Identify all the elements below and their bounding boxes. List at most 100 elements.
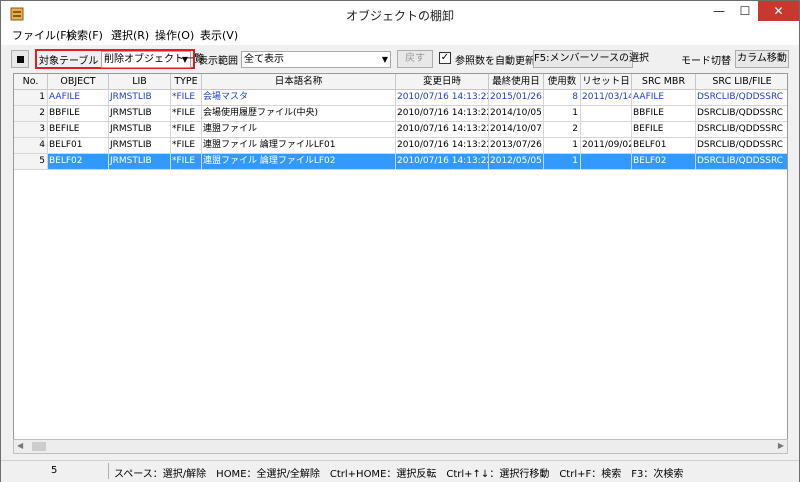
- cell-src-lib-file: DSRCLIB/QDDSSRC: [696, 106, 787, 122]
- cell-src-mbr: BELF01: [632, 138, 696, 154]
- cell-use-count: 2: [544, 122, 581, 138]
- header-type[interactable]: TYPE: [171, 74, 202, 90]
- scroll-thumb[interactable]: [32, 442, 46, 451]
- close-button[interactable]: ✕: [758, 1, 799, 21]
- table-row[interactable]: 3 BEFILE JRMSTLIB *FILE 連盟ファイル 2010/07/1…: [14, 122, 787, 138]
- header-modified[interactable]: 変更日時: [396, 74, 489, 90]
- cell-src-mbr: BELF02: [632, 154, 696, 170]
- cell-last-used: 2015/01/26: [489, 90, 544, 106]
- header-object[interactable]: OBJECT: [48, 74, 109, 90]
- cell-use-count: 1: [544, 138, 581, 154]
- display-range-value: 全て表示: [244, 54, 284, 65]
- minimize-button[interactable]: —: [706, 1, 732, 21]
- display-range-select[interactable]: 全て表示 ▼: [241, 51, 391, 68]
- cell-type: *FILE: [171, 106, 202, 122]
- cell-src-mbr: BEFILE: [632, 122, 696, 138]
- keyboard-help-text: スペース：選択/解除 HOME：全選択/全解除 Ctrl+HOME：選択反転 C…: [114, 469, 684, 480]
- header-use-count[interactable]: 使用数: [544, 74, 581, 90]
- cell-object: BBFILE: [48, 106, 109, 122]
- cell-reset-date: 2011/09/02: [581, 138, 632, 154]
- chevron-down-icon: ▼: [381, 55, 388, 64]
- header-last-used[interactable]: 最終使用日: [489, 74, 544, 90]
- cell-lib: JRMSTLIB: [109, 138, 171, 154]
- cell-type: *FILE: [171, 90, 202, 106]
- menu-operation[interactable]: 操作(O): [154, 28, 195, 44]
- table-row[interactable]: 1 AAFILE JRMSTLIB *FILE 会場マスタ 2010/07/16…: [14, 90, 787, 106]
- table-row[interactable]: 2 BBFILE JRMSTLIB *FILE 会場使用履歴ファイル(中央) 2…: [14, 106, 787, 122]
- row-count: 5: [51, 465, 58, 476]
- mode-switch-label[interactable]: モード切替: [681, 52, 731, 67]
- target-table-value: 削除オブジェクト一覧: [104, 54, 204, 65]
- cell-use-count: 8: [544, 90, 581, 106]
- auto-update-label: 参照数を自動更新: [455, 56, 535, 67]
- cell-modified: 2010/07/16 14:13:22: [396, 90, 489, 106]
- member-source-button[interactable]: F5:メンバーソースの選択: [533, 50, 649, 68]
- header-japanese-name[interactable]: 日本語名称: [202, 74, 396, 90]
- object-grid[interactable]: No. OBJECT LIB TYPE 日本語名称 変更日時 最終使用日 使用数…: [13, 73, 788, 453]
- cell-lib: JRMSTLIB: [109, 90, 171, 106]
- cell-japanese-name: 連盟ファイル 論理ファイルLF02: [202, 154, 396, 170]
- cell-reset-date: [581, 154, 632, 170]
- header-src-lib-file[interactable]: SRC LIB/FILE: [696, 74, 787, 90]
- cell-modified: 2010/07/16 14:13:22: [396, 106, 489, 122]
- cell-src-lib-file: DSRCLIB/QDDSSRC: [696, 154, 787, 170]
- scroll-right-icon[interactable]: ▶: [778, 441, 784, 450]
- cell-last-used: 2013/07/26: [489, 138, 544, 154]
- cell-last-used: 2014/10/07: [489, 122, 544, 138]
- cell-src-mbr: AAFILE: [632, 90, 696, 106]
- cell-type: *FILE: [171, 154, 202, 170]
- menu-bar: ファイル(F) 検索(F) 選択(R) 操作(O) 表示(V): [1, 27, 799, 45]
- cell-lib: JRMSTLIB: [109, 122, 171, 138]
- cell-use-count: 1: [544, 106, 581, 122]
- status-bar: 5 スペース：選択/解除 HOME：全選択/全解除 Ctrl+HOME：選択反転…: [1, 460, 799, 482]
- cell-type: *FILE: [171, 122, 202, 138]
- chevron-down-icon: ▼: [181, 55, 188, 64]
- cell-reset-date: [581, 106, 632, 122]
- header-lib[interactable]: LIB: [109, 74, 171, 90]
- cell-reset-date: 2011/03/14: [581, 90, 632, 106]
- cell-last-used: 2014/10/05: [489, 106, 544, 122]
- cell-japanese-name: 連盟ファイル: [202, 122, 396, 138]
- menu-select[interactable]: 選択(R): [110, 28, 150, 44]
- header-reset-date[interactable]: リセット日: [581, 74, 632, 90]
- cell-reset-date: [581, 122, 632, 138]
- scroll-left-icon[interactable]: ◀: [17, 441, 23, 450]
- row-number: 1: [14, 90, 48, 106]
- menu-file[interactable]: ファイル(F): [11, 28, 72, 44]
- cell-src-mbr: BBFILE: [632, 106, 696, 122]
- auto-update-checkbox[interactable]: ✓: [439, 52, 451, 64]
- cell-japanese-name: 連盟ファイル 論理ファイルLF01: [202, 138, 396, 154]
- cell-japanese-name: 会場使用履歴ファイル(中央): [202, 106, 396, 122]
- toolbar: 対象テーブル 削除オブジェクト一覧 ▼ 表示範囲 全て表示 ▼ 戻す ✓ 参照数…: [9, 49, 791, 69]
- window-title: オブジェクトの棚卸: [345, 9, 454, 23]
- target-table-label: 対象テーブル: [39, 56, 99, 67]
- cell-src-lib-file: DSRCLIB/QDDSSRC: [696, 122, 787, 138]
- stop-icon: [17, 56, 24, 63]
- menu-search[interactable]: 検索(F): [65, 28, 104, 44]
- back-button[interactable]: 戻す: [397, 50, 433, 68]
- horizontal-scrollbar[interactable]: ◀ ▶: [13, 439, 788, 454]
- cell-src-lib-file: DSRCLIB/QDDSSRC: [696, 138, 787, 154]
- cell-use-count: 1: [544, 154, 581, 170]
- row-number: 5: [14, 154, 48, 170]
- cell-src-lib-file: DSRCLIB/QDDSSRC: [696, 90, 787, 106]
- cell-object: BEFILE: [48, 122, 109, 138]
- cell-object: BELF02: [48, 154, 109, 170]
- cell-japanese-name: 会場マスタ: [202, 90, 396, 106]
- header-src-mbr[interactable]: SRC MBR: [632, 74, 696, 90]
- table-row-selected[interactable]: 5 BELF02 JRMSTLIB *FILE 連盟ファイル 論理ファイルLF0…: [14, 154, 787, 170]
- target-table-select[interactable]: 削除オブジェクト一覧 ▼: [101, 51, 204, 68]
- maximize-button[interactable]: ☐: [732, 1, 758, 21]
- stop-button[interactable]: [11, 50, 29, 68]
- table-row[interactable]: 4 BELF01 JRMSTLIB *FILE 連盟ファイル 論理ファイルLF0…: [14, 138, 787, 154]
- row-number: 4: [14, 138, 48, 154]
- header-no[interactable]: No.: [14, 74, 48, 90]
- column-move-button[interactable]: カラム移動: [735, 50, 789, 68]
- cell-last-used: 2012/05/05: [489, 154, 544, 170]
- main-window: オブジェクトの棚卸 — ☐ ✕ ファイル(F) 検索(F) 選択(R) 操作(O…: [0, 0, 800, 482]
- row-number: 2: [14, 106, 48, 122]
- cell-object: AAFILE: [48, 90, 109, 106]
- row-number: 3: [14, 122, 48, 138]
- menu-view[interactable]: 表示(V): [199, 28, 239, 44]
- status-divider: [108, 463, 109, 479]
